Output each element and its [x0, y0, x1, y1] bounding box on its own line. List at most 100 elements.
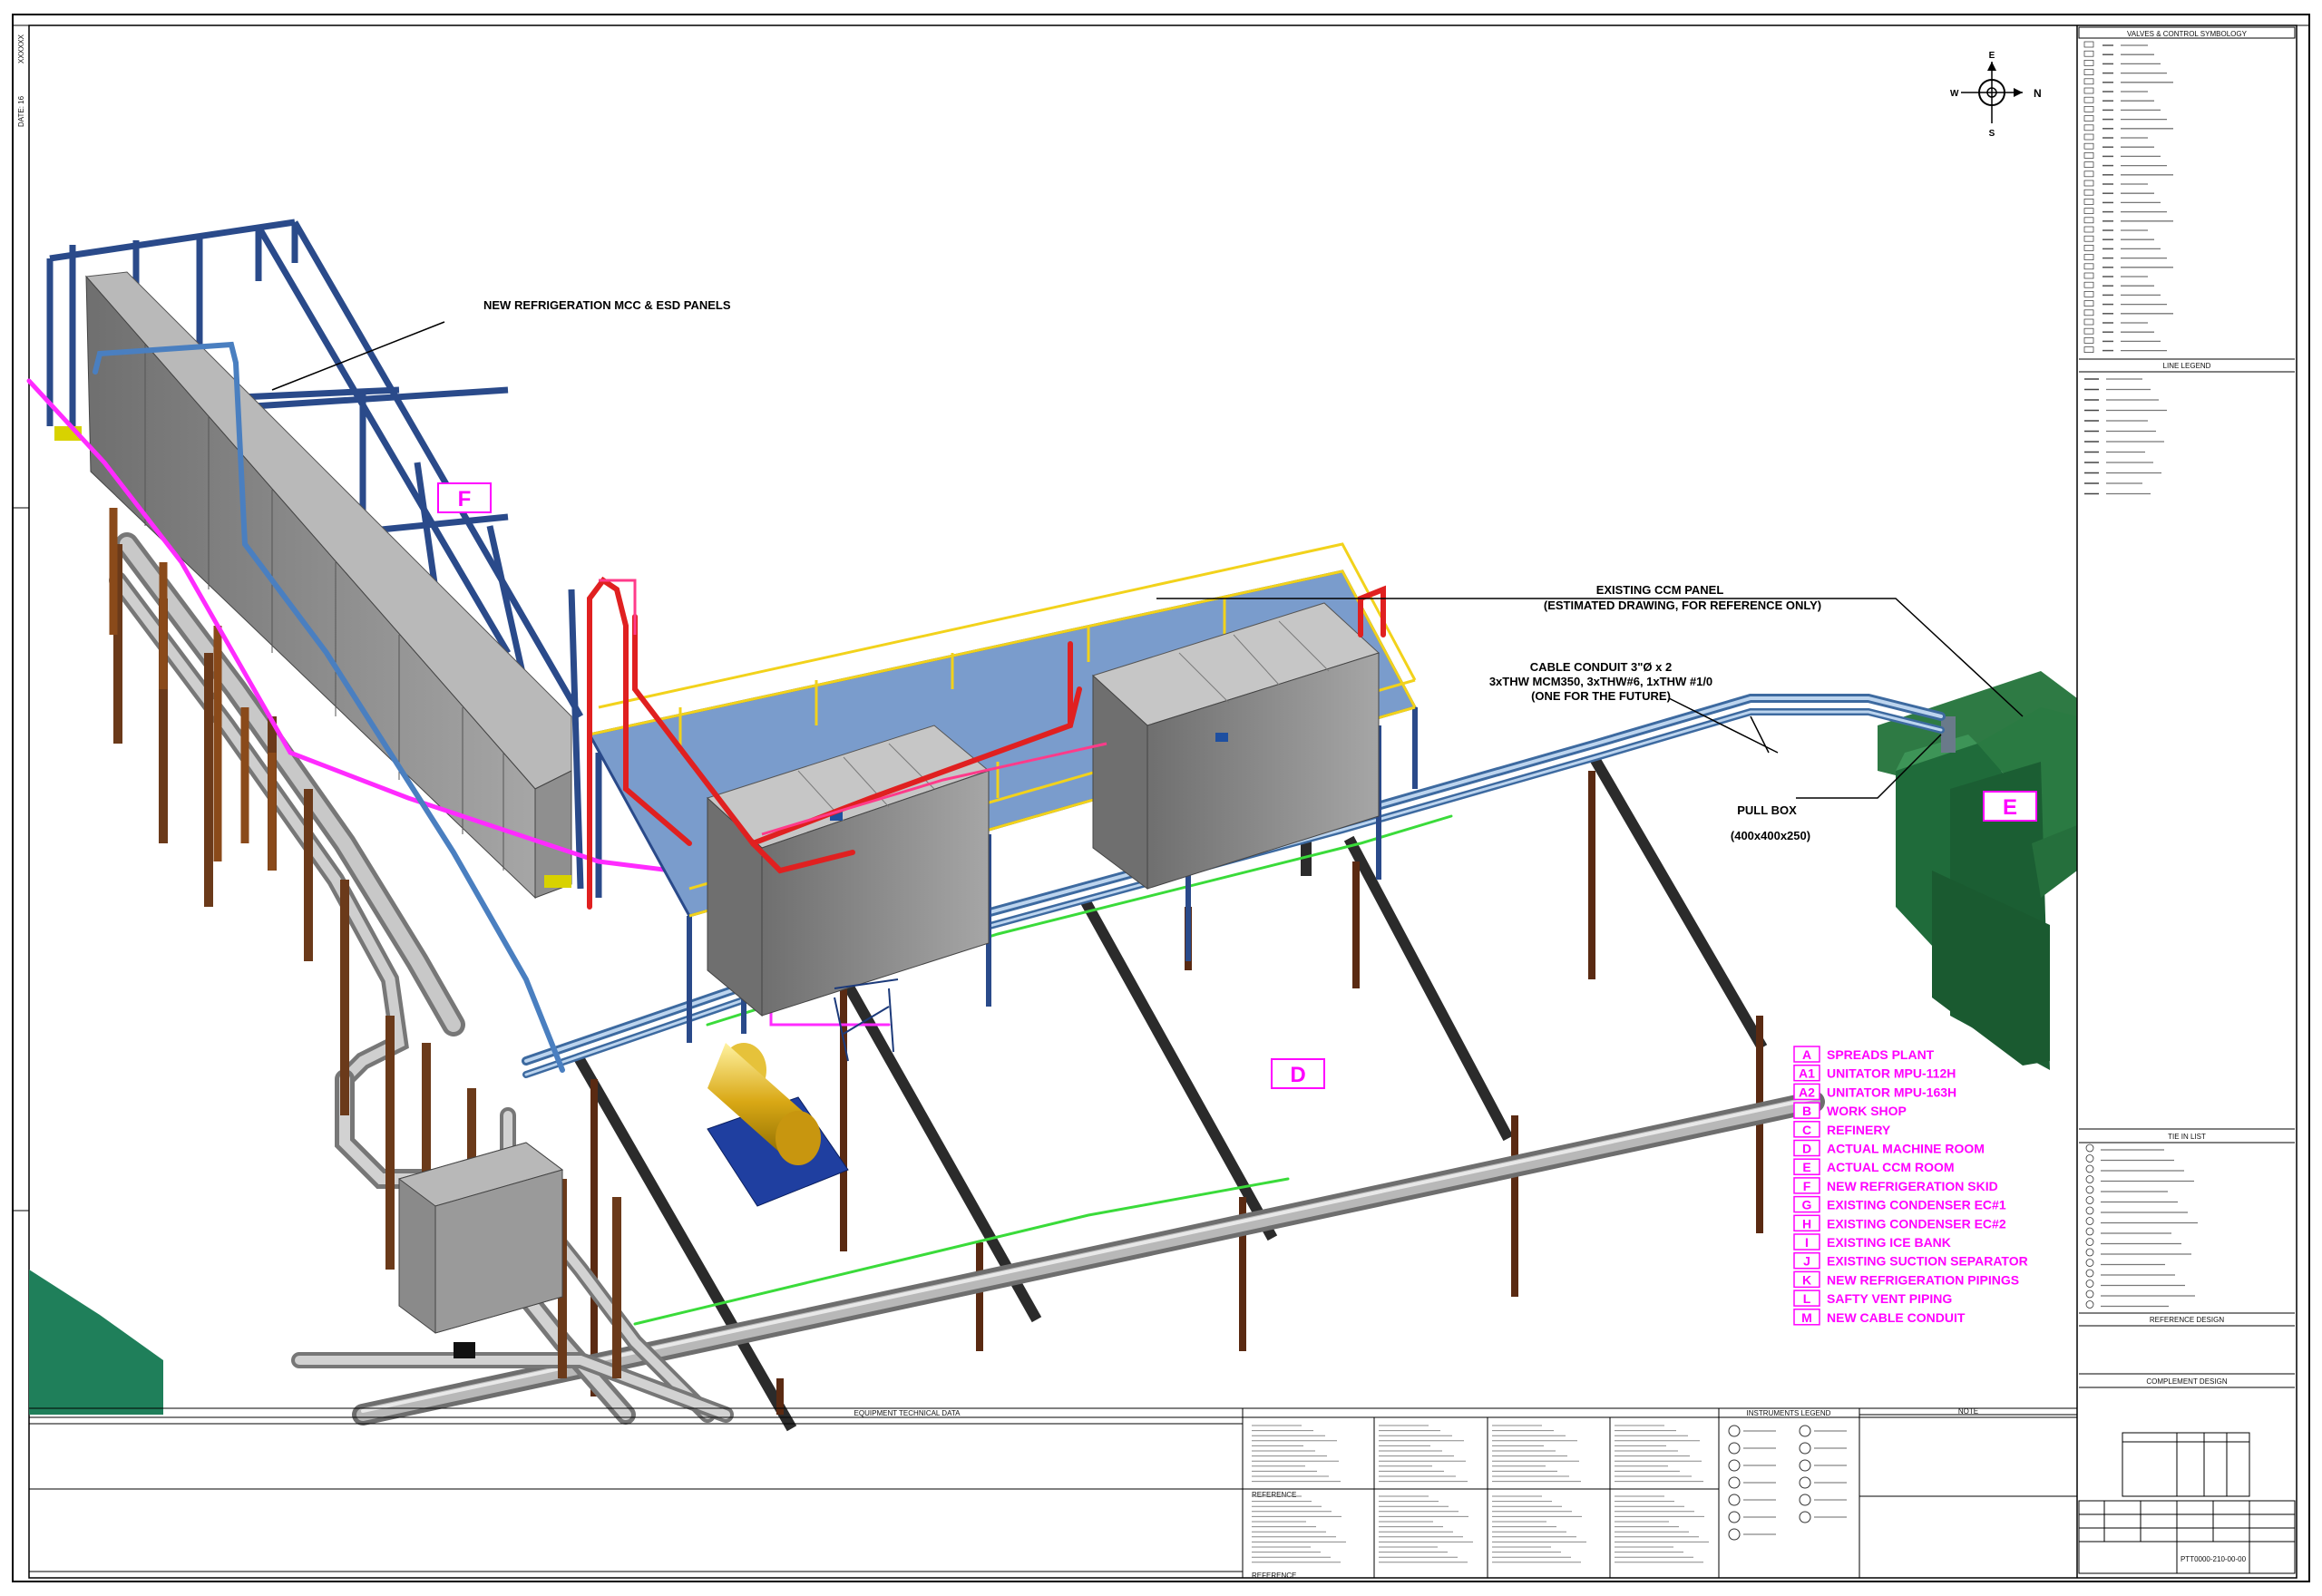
ccm-building [1878, 671, 2077, 1070]
svg-text:W: W [1950, 89, 1959, 99]
legend-code: H [1802, 1216, 1811, 1231]
side-strip: XXXXXX DATE: 16 [13, 34, 29, 1212]
legend-label: EXISTING CONDENSER EC#2 [1827, 1216, 2006, 1231]
valve-symbol-icon [2083, 170, 2094, 178]
conduit-cables: 3xTHW MCM350, 3xTHW#6, 1xTHW #1/0 [1489, 675, 1712, 688]
instrument-icon [1799, 1442, 1811, 1455]
legend-label: WORK SHOP [1827, 1104, 1907, 1118]
legend-item: D ACTUAL MACHINE ROOM [1793, 1139, 1985, 1157]
instrument-icon [1799, 1511, 1811, 1523]
instrument-icon [1728, 1459, 1741, 1472]
valve-symbol-icon [2083, 263, 2094, 270]
tie-in-icon [2085, 1280, 2094, 1288]
legend-item: G EXISTING CONDENSER EC#1 [1793, 1195, 2006, 1213]
valve-symbol-icon [2083, 180, 2094, 187]
legend-label: UNITATOR MPU-163H [1827, 1085, 1956, 1099]
legend-item: K NEW REFRIGERATION PIPINGS [1793, 1270, 2019, 1289]
legend-code: F [1803, 1179, 1811, 1193]
equipment-table-title: EQUIPMENT TECHNICAL DATA [854, 1409, 961, 1417]
valve-symbol-icon [2083, 96, 2094, 103]
valve-symbol-icon [2083, 152, 2094, 159]
valve-symbol-icon [2083, 124, 2094, 131]
tie-in-icon [2085, 1143, 2094, 1153]
revision-block [2078, 1432, 2296, 1574]
instrument-icon [1728, 1511, 1741, 1523]
drawing-number: PTT0000-210-00-00 [2181, 1555, 2247, 1563]
bottom-block [29, 1407, 2077, 1578]
side-code: XXXXXX [17, 34, 25, 63]
conduit-note: (ONE FOR THE FUTURE) [1531, 689, 1671, 703]
tie-in-icon [2085, 1206, 2094, 1215]
line-legend-rows [2084, 378, 2167, 495]
north-arrow: N E W S [1950, 51, 2042, 139]
area-tag-f: F [437, 482, 492, 513]
right-sidebar: VALVES & CONTROL SYMBOLOGY LINE LEGEND T… [2076, 25, 2296, 1578]
legend-code: C [1802, 1123, 1811, 1137]
valve-symbol-icon [2083, 133, 2094, 141]
complement-design-title: COMPLEMENT DESIGN [2146, 1377, 2227, 1386]
tie-in-icon [2085, 1196, 2094, 1204]
tie-in-icon [2085, 1259, 2094, 1267]
tie-in-icon [2085, 1269, 2094, 1278]
legend-code: J [1803, 1254, 1810, 1269]
tie-in-icon [2085, 1217, 2094, 1225]
legend-code: D [1802, 1142, 1811, 1156]
legend-item: A1 UNITATOR MPU-112H [1793, 1064, 1956, 1082]
valve-symbol-icon [2083, 254, 2094, 260]
valve-symbol-icon [2083, 337, 2094, 344]
legend-item: H EXISTING CONDENSER EC#2 [1793, 1214, 2006, 1232]
valve-symbol-icon [2083, 208, 2094, 214]
pull-box-size: (400x400x250) [1731, 829, 1810, 842]
instrument-icon [1728, 1442, 1741, 1455]
instrument-icon [1728, 1528, 1741, 1541]
tie-in-icon [2085, 1300, 2094, 1309]
legend-code: A2 [1799, 1085, 1815, 1099]
valves-title: VALVES & CONTROL SYMBOLOGY [2127, 30, 2248, 38]
pull-box-label: PULL BOX [1737, 803, 1797, 817]
ccm-panel-label: EXISTING CCM PANEL [1596, 583, 1724, 597]
valve-symbol-icon [2083, 309, 2094, 316]
legend-label: ACTUAL CCM ROOM [1827, 1160, 1955, 1174]
line-legend-title: LINE LEGEND [2163, 362, 2211, 370]
tie-in-icon [2085, 1164, 2094, 1173]
drawing-sheet: XXXXXX DATE: 16 F E D NEW REFRIGERATION … [12, 14, 2310, 1582]
legend-item: C REFINERY [1793, 1121, 1891, 1138]
legend-item: E ACTUAL CCM ROOM [1793, 1158, 1955, 1175]
legend-label: EXISTING CONDENSER EC#1 [1827, 1198, 2006, 1212]
legend-label: ACTUAL MACHINE ROOM [1827, 1142, 1985, 1156]
refinery-building [29, 1270, 163, 1415]
legend-item: J EXISTING SUCTION SEPARATOR [1793, 1251, 2028, 1270]
mcc-panels-label: NEW REFRIGERATION MCC & ESD PANELS [483, 298, 731, 312]
legend-code: A [1802, 1047, 1811, 1062]
tie-in-rows [2085, 1143, 2198, 1309]
instrument-icon [1799, 1494, 1811, 1506]
valve-symbol-icon [2083, 69, 2094, 75]
legend-code: I [1805, 1235, 1809, 1250]
reference-label-2: REFERENCE [1252, 1572, 1296, 1580]
svg-text:N: N [2034, 87, 2042, 100]
legend-item: M NEW CABLE CONDUIT [1793, 1309, 1966, 1326]
legend-code: L [1803, 1291, 1811, 1306]
valve-symbology-rows [2083, 41, 2173, 353]
legend-label: EXISTING ICE BANK [1827, 1235, 1951, 1250]
side-date: DATE: 16 [17, 95, 25, 127]
ccm-panel-note: (ESTIMATED DRAWING, FOR REFERENCE ONLY) [1544, 598, 1821, 612]
instrument-icon [1728, 1476, 1741, 1489]
area-tag-d: D [1271, 1058, 1325, 1089]
legend-item: I EXISTING ICE BANK [1793, 1233, 1951, 1251]
instrument-legend-rows [1728, 1425, 1847, 1541]
area-tag-e: E [1983, 791, 2037, 822]
instruments-legend-title: INSTRUMENTS LEGEND [1747, 1409, 1831, 1417]
instrument-icon [1728, 1494, 1741, 1506]
valve-symbol-icon [2083, 60, 2094, 66]
tie-in-icon [2085, 1238, 2094, 1246]
svg-text:D: D [1290, 1063, 1305, 1087]
valve-symbol-icon [2083, 189, 2094, 196]
area-legend: A SPREADS PLANT A1 UNITATOR MPU-112H A2 UNITA… [1793, 1046, 2028, 1326]
instrument-icon [1799, 1459, 1811, 1472]
legend-code: A1 [1799, 1066, 1815, 1081]
tie-in-title: TIE IN LIST [2168, 1133, 2206, 1141]
valve-symbol-icon [2083, 50, 2094, 57]
legend-code: G [1802, 1198, 1812, 1212]
valve-symbol-icon [2083, 318, 2094, 326]
